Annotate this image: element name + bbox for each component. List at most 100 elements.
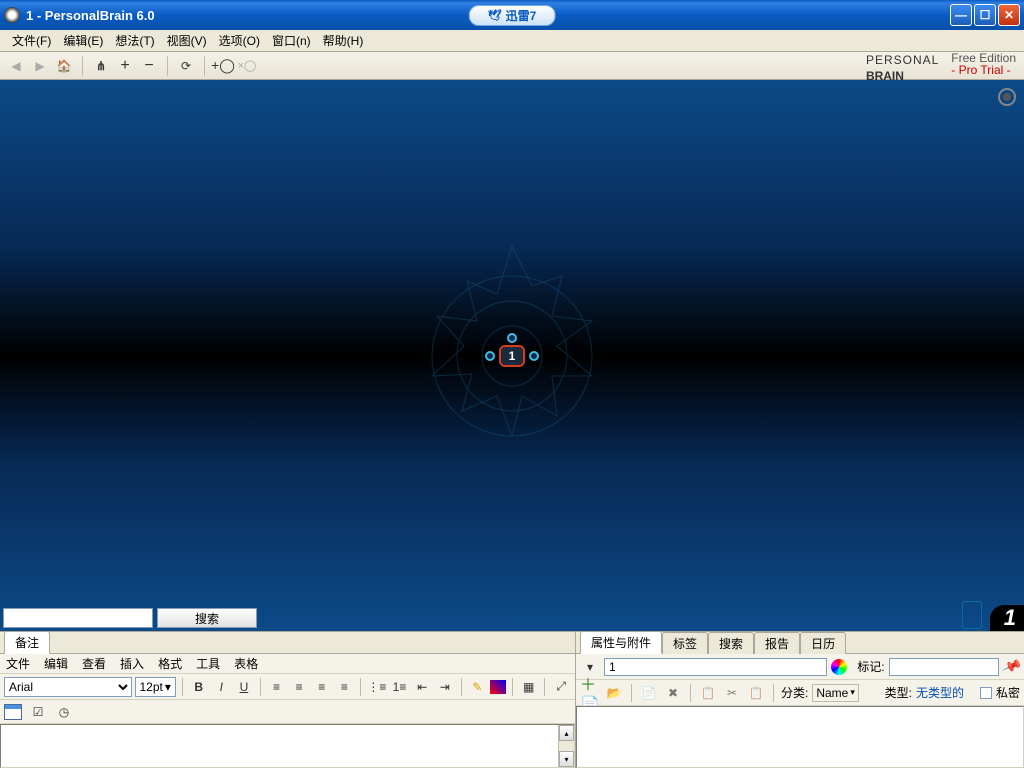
search-input[interactable]	[3, 608, 153, 628]
center-thought-node[interactable]: 1	[499, 345, 526, 367]
menu-help[interactable]: 帮助(H)	[317, 30, 370, 51]
notes-menu-tools[interactable]: 工具	[196, 655, 220, 672]
menu-window[interactable]: 窗口(n)	[266, 30, 317, 51]
color-picker-icon[interactable]	[831, 659, 847, 675]
attachments-list[interactable]	[576, 706, 1024, 768]
link-dot-top[interactable]	[507, 333, 517, 343]
font-size-select[interactable]: 12pt▾	[135, 677, 176, 697]
menubar: 文件(F) 编辑(E) 想法(T) 视图(V) 选项(O) 窗口(n) 帮助(H…	[0, 30, 1024, 52]
separator	[82, 56, 83, 76]
properties-panel: 属性与附件 标签 搜索 报告 日历 ▾ 标记: 📌 ＋📄 📂 📄 ✖ 📋 ✂ 📋…	[576, 632, 1024, 768]
scroll-up-button[interactable]: ▴	[559, 725, 574, 741]
nav-forward-button[interactable]: ▶	[30, 56, 50, 76]
highlight-button[interactable]: ✎	[468, 677, 488, 697]
bold-button[interactable]: B	[189, 677, 209, 697]
checkbox-tool[interactable]: ☑	[28, 702, 48, 722]
align-center-button[interactable]: ≡	[289, 677, 309, 697]
remove-button[interactable]: −	[139, 56, 159, 76]
search-button[interactable]: 搜索	[157, 608, 257, 628]
properties-header-row: ▾ 标记: 📌	[576, 654, 1024, 680]
italic-button[interactable]: I	[211, 677, 231, 697]
expand-button[interactable]: ⤢	[551, 677, 571, 697]
indent-button[interactable]: ⇥	[435, 677, 455, 697]
private-label: 私密	[996, 684, 1020, 701]
list-number-button[interactable]: 1≡	[390, 677, 410, 697]
menu-think[interactable]: 想法(T)	[109, 30, 160, 51]
tab-search[interactable]: 搜索	[708, 632, 754, 654]
home-button[interactable]: 🏠	[54, 56, 74, 76]
link-dot-left[interactable]	[485, 351, 495, 361]
align-right-button[interactable]: ≡	[312, 677, 332, 697]
node-tool-icon[interactable]: ⋔	[91, 56, 111, 76]
menu-edit[interactable]: 编辑(E)	[57, 30, 109, 51]
notes-toolbar: Arial 12pt▾ B I U ≡ ≡ ≡ ≡ ⋮≡ 1≡ ⇤ ⇥ ✎ ▦ …	[0, 674, 575, 700]
notes-menu-edit[interactable]: 编辑	[44, 655, 68, 672]
menu-view[interactable]: 视图(V)	[161, 30, 213, 51]
notes-panel: 备注 文件 编辑 查看 插入 格式 工具 表格 Arial 12pt▾ B I …	[0, 632, 576, 768]
clock-icon[interactable]: ◷	[54, 702, 74, 722]
maximize-button[interactable]: ☐	[974, 4, 996, 26]
align-justify-button[interactable]: ≡	[335, 677, 355, 697]
add-button[interactable]: +	[115, 56, 135, 76]
open-folder-button[interactable]: 📂	[604, 683, 624, 703]
private-checkbox[interactable]	[980, 687, 992, 699]
pin-icon[interactable]: 📌	[1000, 656, 1022, 678]
mark-input[interactable]	[889, 658, 999, 676]
minimize-button[interactable]: —	[950, 4, 972, 26]
refresh-button[interactable]: ⟳	[176, 56, 196, 76]
center-node-label: 1	[509, 349, 516, 363]
window-controls: — ☐ ✕	[950, 4, 1020, 26]
cut-button[interactable]: ✂	[722, 683, 742, 703]
tab-tags[interactable]: 标签	[662, 632, 708, 654]
underline-button[interactable]: U	[234, 677, 254, 697]
clipboard-copy-button[interactable]: 📋	[698, 683, 718, 703]
align-left-button[interactable]: ≡	[267, 677, 287, 697]
list-bullet-button[interactable]: ⋮≡	[367, 677, 387, 697]
sort-label: 分类:	[781, 684, 808, 701]
thought-name-input[interactable]	[604, 658, 827, 676]
tab-notes[interactable]: 备注	[4, 631, 50, 654]
paste-button[interactable]: 📋	[746, 683, 766, 703]
notes-menubar: 文件 编辑 查看 插入 格式 工具 表格	[0, 654, 575, 674]
menu-file[interactable]: 文件(F)	[6, 30, 57, 51]
toolbar: ◀ ▶ 🏠 ⋔ + − ⟳ +◯ ×◯ PERSONALBRAIN Free E…	[0, 52, 1024, 80]
tab-properties[interactable]: 属性与附件	[580, 631, 662, 654]
notes-menu-view[interactable]: 查看	[82, 655, 106, 672]
canvas-marker-box[interactable]	[962, 601, 982, 629]
x-circle-icon[interactable]: ×◯	[237, 56, 257, 76]
notes-menu-insert[interactable]: 插入	[120, 655, 144, 672]
separator	[204, 56, 205, 76]
sort-dropdown[interactable]: Name▾	[812, 684, 859, 702]
add-attachment-button[interactable]: ＋📄	[580, 683, 600, 703]
nav-back-button[interactable]: ◀	[6, 56, 26, 76]
tab-report[interactable]: 报告	[754, 632, 800, 654]
type-value[interactable]: 无类型的	[916, 684, 964, 701]
properties-tabs: 属性与附件 标签 搜索 报告 日历	[576, 632, 1024, 654]
search-bar: 搜索	[0, 605, 260, 631]
copy-button[interactable]: 📄	[639, 683, 659, 703]
mark-label: 标记:	[857, 658, 884, 675]
scroll-down-button[interactable]: ▾	[559, 751, 574, 767]
window-title: 1 - PersonalBrain 6.0	[26, 8, 155, 23]
font-color-button[interactable]	[490, 680, 506, 694]
font-family-select[interactable]: Arial	[4, 677, 132, 697]
notes-editor[interactable]: ▴ ▾	[0, 724, 575, 768]
brain-canvas[interactable]: 1 1 搜索	[0, 80, 1024, 631]
notes-menu-format[interactable]: 格式	[158, 655, 182, 672]
link-dot-right[interactable]	[529, 351, 539, 361]
notes-scrollbar[interactable]: ▴ ▾	[558, 725, 574, 767]
close-button[interactable]: ✕	[998, 4, 1020, 26]
notes-menu-table[interactable]: 表格	[234, 655, 258, 672]
app-icon	[4, 7, 20, 23]
delete-button[interactable]: ✖	[663, 683, 683, 703]
outdent-button[interactable]: ⇤	[412, 677, 432, 697]
plus-circle-icon[interactable]: +◯	[213, 56, 233, 76]
calendar-icon[interactable]	[4, 704, 22, 720]
window-titlebar: 1 - PersonalBrain 6.0 迅雷7 — ☐ ✕	[0, 0, 1024, 30]
insert-table-button[interactable]: ▦	[519, 677, 539, 697]
notes-menu-file[interactable]: 文件	[6, 655, 30, 672]
canvas-current-badge[interactable]: 1	[990, 605, 1024, 631]
xunlei-badge[interactable]: 迅雷7	[469, 5, 556, 26]
tab-calendar[interactable]: 日历	[800, 632, 846, 654]
menu-options[interactable]: 选项(O)	[213, 30, 266, 51]
